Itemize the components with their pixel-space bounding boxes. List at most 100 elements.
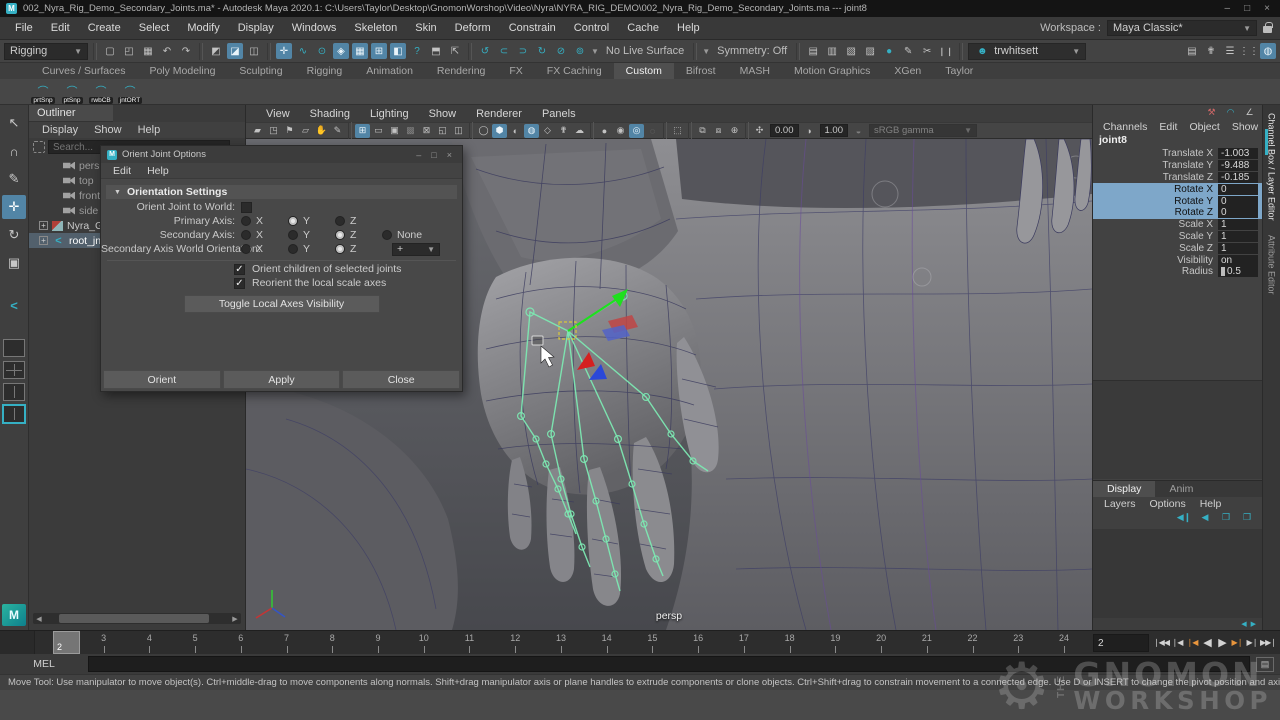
radio-icon[interactable] bbox=[335, 230, 345, 240]
grid-icon[interactable] bbox=[355, 124, 370, 138]
close-icon[interactable] bbox=[1264, 3, 1270, 14]
timeline-frame[interactable]: 20 bbox=[858, 631, 904, 654]
use-all-lights-icon[interactable] bbox=[556, 124, 571, 138]
radio-option[interactable]: X bbox=[241, 243, 288, 255]
maximize-icon[interactable] bbox=[431, 150, 436, 160]
viewport-menu-item[interactable]: Shading bbox=[300, 108, 360, 120]
safe-action-icon[interactable] bbox=[435, 124, 450, 138]
input-connections-icon[interactable] bbox=[496, 43, 512, 59]
channel-box-toggle-icon[interactable] bbox=[1222, 43, 1238, 59]
menu-item[interactable]: Select bbox=[130, 18, 179, 38]
timeline-frame[interactable]: 21 bbox=[904, 631, 950, 654]
attribute-value[interactable]: 0 bbox=[1218, 196, 1258, 207]
attribute-value[interactable]: -1.003 bbox=[1218, 148, 1258, 159]
script-editor-icon[interactable] bbox=[1256, 657, 1274, 672]
depth-of-field-icon[interactable] bbox=[645, 124, 660, 138]
radio-icon[interactable] bbox=[288, 230, 298, 240]
checkbox-icon[interactable] bbox=[234, 264, 245, 275]
input-operations-icon[interactable] bbox=[477, 43, 493, 59]
menu-item[interactable]: Deform bbox=[446, 18, 500, 38]
move-tool-icon[interactable] bbox=[2, 195, 26, 219]
render-icon[interactable] bbox=[805, 43, 821, 59]
channel-box-menu-item[interactable]: Show bbox=[1226, 121, 1264, 133]
bounding-box-icon[interactable] bbox=[508, 124, 523, 138]
menu-item[interactable]: Create bbox=[79, 18, 130, 38]
checkbox-icon[interactable] bbox=[234, 278, 245, 289]
radio-option[interactable]: Z bbox=[335, 229, 382, 241]
make-live-icon[interactable] bbox=[371, 43, 387, 59]
select-object-icon[interactable] bbox=[227, 43, 243, 59]
select-tool-icon[interactable] bbox=[2, 111, 26, 135]
timeline-frame[interactable]: 13 bbox=[538, 631, 584, 654]
step-back-key-button[interactable] bbox=[1185, 635, 1199, 651]
textured-icon[interactable] bbox=[540, 124, 555, 138]
snap-view-plane-icon[interactable] bbox=[352, 43, 368, 59]
outliner-menu-item[interactable]: Help bbox=[131, 124, 168, 136]
channel-attribute-row[interactable]: Translate X -1.003 bbox=[1093, 148, 1262, 160]
shelf-tab[interactable]: Motion Graphics bbox=[782, 63, 882, 79]
shelf-button[interactable]: prtSnp bbox=[30, 80, 56, 104]
shelf-button[interactable]: rwbCB bbox=[88, 80, 114, 104]
current-frame-marker[interactable]: 2 bbox=[53, 631, 80, 654]
attribute-value[interactable]: -9.488 bbox=[1218, 160, 1258, 171]
contrast-icon[interactable] bbox=[802, 124, 817, 138]
radio-icon[interactable] bbox=[288, 216, 298, 226]
timeline-frame[interactable]: 17 bbox=[721, 631, 767, 654]
play-forwards-button[interactable] bbox=[1215, 635, 1229, 651]
paint-effects-icon[interactable] bbox=[900, 43, 916, 59]
command-input[interactable] bbox=[88, 656, 1250, 672]
shadows-icon[interactable] bbox=[572, 124, 587, 138]
scissors-icon[interactable] bbox=[919, 43, 935, 59]
radio-icon[interactable] bbox=[335, 244, 345, 254]
dialog-title-bar[interactable]: Orient Joint Options bbox=[101, 146, 462, 163]
layer-editor-menu-item[interactable]: Layers bbox=[1097, 498, 1143, 510]
scale-tool-icon[interactable] bbox=[2, 251, 26, 275]
xray-icon[interactable] bbox=[695, 124, 710, 138]
shelf-tab[interactable]: Sculpting bbox=[227, 63, 294, 79]
motion-blur-icon[interactable] bbox=[613, 124, 628, 138]
create-empty-layer-icon[interactable] bbox=[1219, 511, 1233, 524]
checkbox-row[interactable]: Reorient the local scale axes bbox=[234, 277, 462, 290]
layer-scrollbar[interactable] bbox=[1093, 618, 1262, 630]
paint-select-tool-icon[interactable] bbox=[2, 167, 26, 191]
attribute-value[interactable]: on bbox=[1218, 255, 1258, 266]
layer-editor-menu-item[interactable]: Help bbox=[1193, 498, 1229, 510]
chevron-down-icon[interactable] bbox=[591, 47, 599, 56]
move-layer-up-icon[interactable] bbox=[1177, 511, 1191, 524]
camera-icon[interactable] bbox=[250, 124, 265, 138]
radio-option[interactable]: Y bbox=[288, 215, 335, 227]
menu-item[interactable]: Skeleton bbox=[345, 18, 406, 38]
dialog-action-button[interactable]: Orient bbox=[103, 370, 221, 389]
radio-icon[interactable] bbox=[241, 230, 251, 240]
2d-pan-zoom-icon[interactable] bbox=[314, 124, 329, 138]
colorspace-select[interactable]: sRGB gamma bbox=[869, 124, 977, 137]
radio-option[interactable]: X bbox=[241, 215, 288, 227]
timeline-frame[interactable]: 3 bbox=[81, 631, 127, 654]
snap-help-icon[interactable] bbox=[409, 43, 425, 59]
world-sign-select[interactable]: + bbox=[392, 243, 440, 256]
snap-grid-icon[interactable] bbox=[276, 43, 292, 59]
layer-list-area[interactable] bbox=[1093, 529, 1262, 618]
channel-box-menu-item[interactable]: Edit bbox=[1153, 121, 1183, 133]
timeline-frame[interactable]: 11 bbox=[447, 631, 493, 654]
attribute-value[interactable]: 1 bbox=[1218, 231, 1258, 242]
history-icon[interactable] bbox=[515, 43, 531, 59]
attribute-value[interactable]: -0.185 bbox=[1218, 172, 1258, 183]
timeline-frame[interactable]: 16 bbox=[675, 631, 721, 654]
color-managed-icon[interactable] bbox=[851, 124, 866, 138]
viewport-menu-item[interactable]: Panels bbox=[532, 108, 586, 120]
radio-option[interactable]: None bbox=[382, 229, 440, 241]
menu-item[interactable]: Help bbox=[668, 18, 709, 38]
layout-four-pane-button[interactable] bbox=[3, 361, 25, 379]
channel-attribute-row[interactable]: Scale Y 1 bbox=[1093, 231, 1262, 243]
scroll-right-icon[interactable] bbox=[1251, 620, 1256, 628]
channel-attribute-row[interactable]: Radius 0.5 bbox=[1093, 266, 1262, 278]
rotate-tool-icon[interactable] bbox=[2, 223, 26, 247]
film-gate-icon[interactable] bbox=[371, 124, 386, 138]
menu-item[interactable]: Constrain bbox=[500, 18, 565, 38]
timeline-frame[interactable]: 23 bbox=[995, 631, 1041, 654]
output-connections-icon[interactable] bbox=[534, 43, 550, 59]
ipr-render-icon[interactable] bbox=[824, 43, 840, 59]
render-settings-icon[interactable] bbox=[862, 43, 878, 59]
outliner-horizontal-scrollbar[interactable] bbox=[33, 613, 241, 624]
